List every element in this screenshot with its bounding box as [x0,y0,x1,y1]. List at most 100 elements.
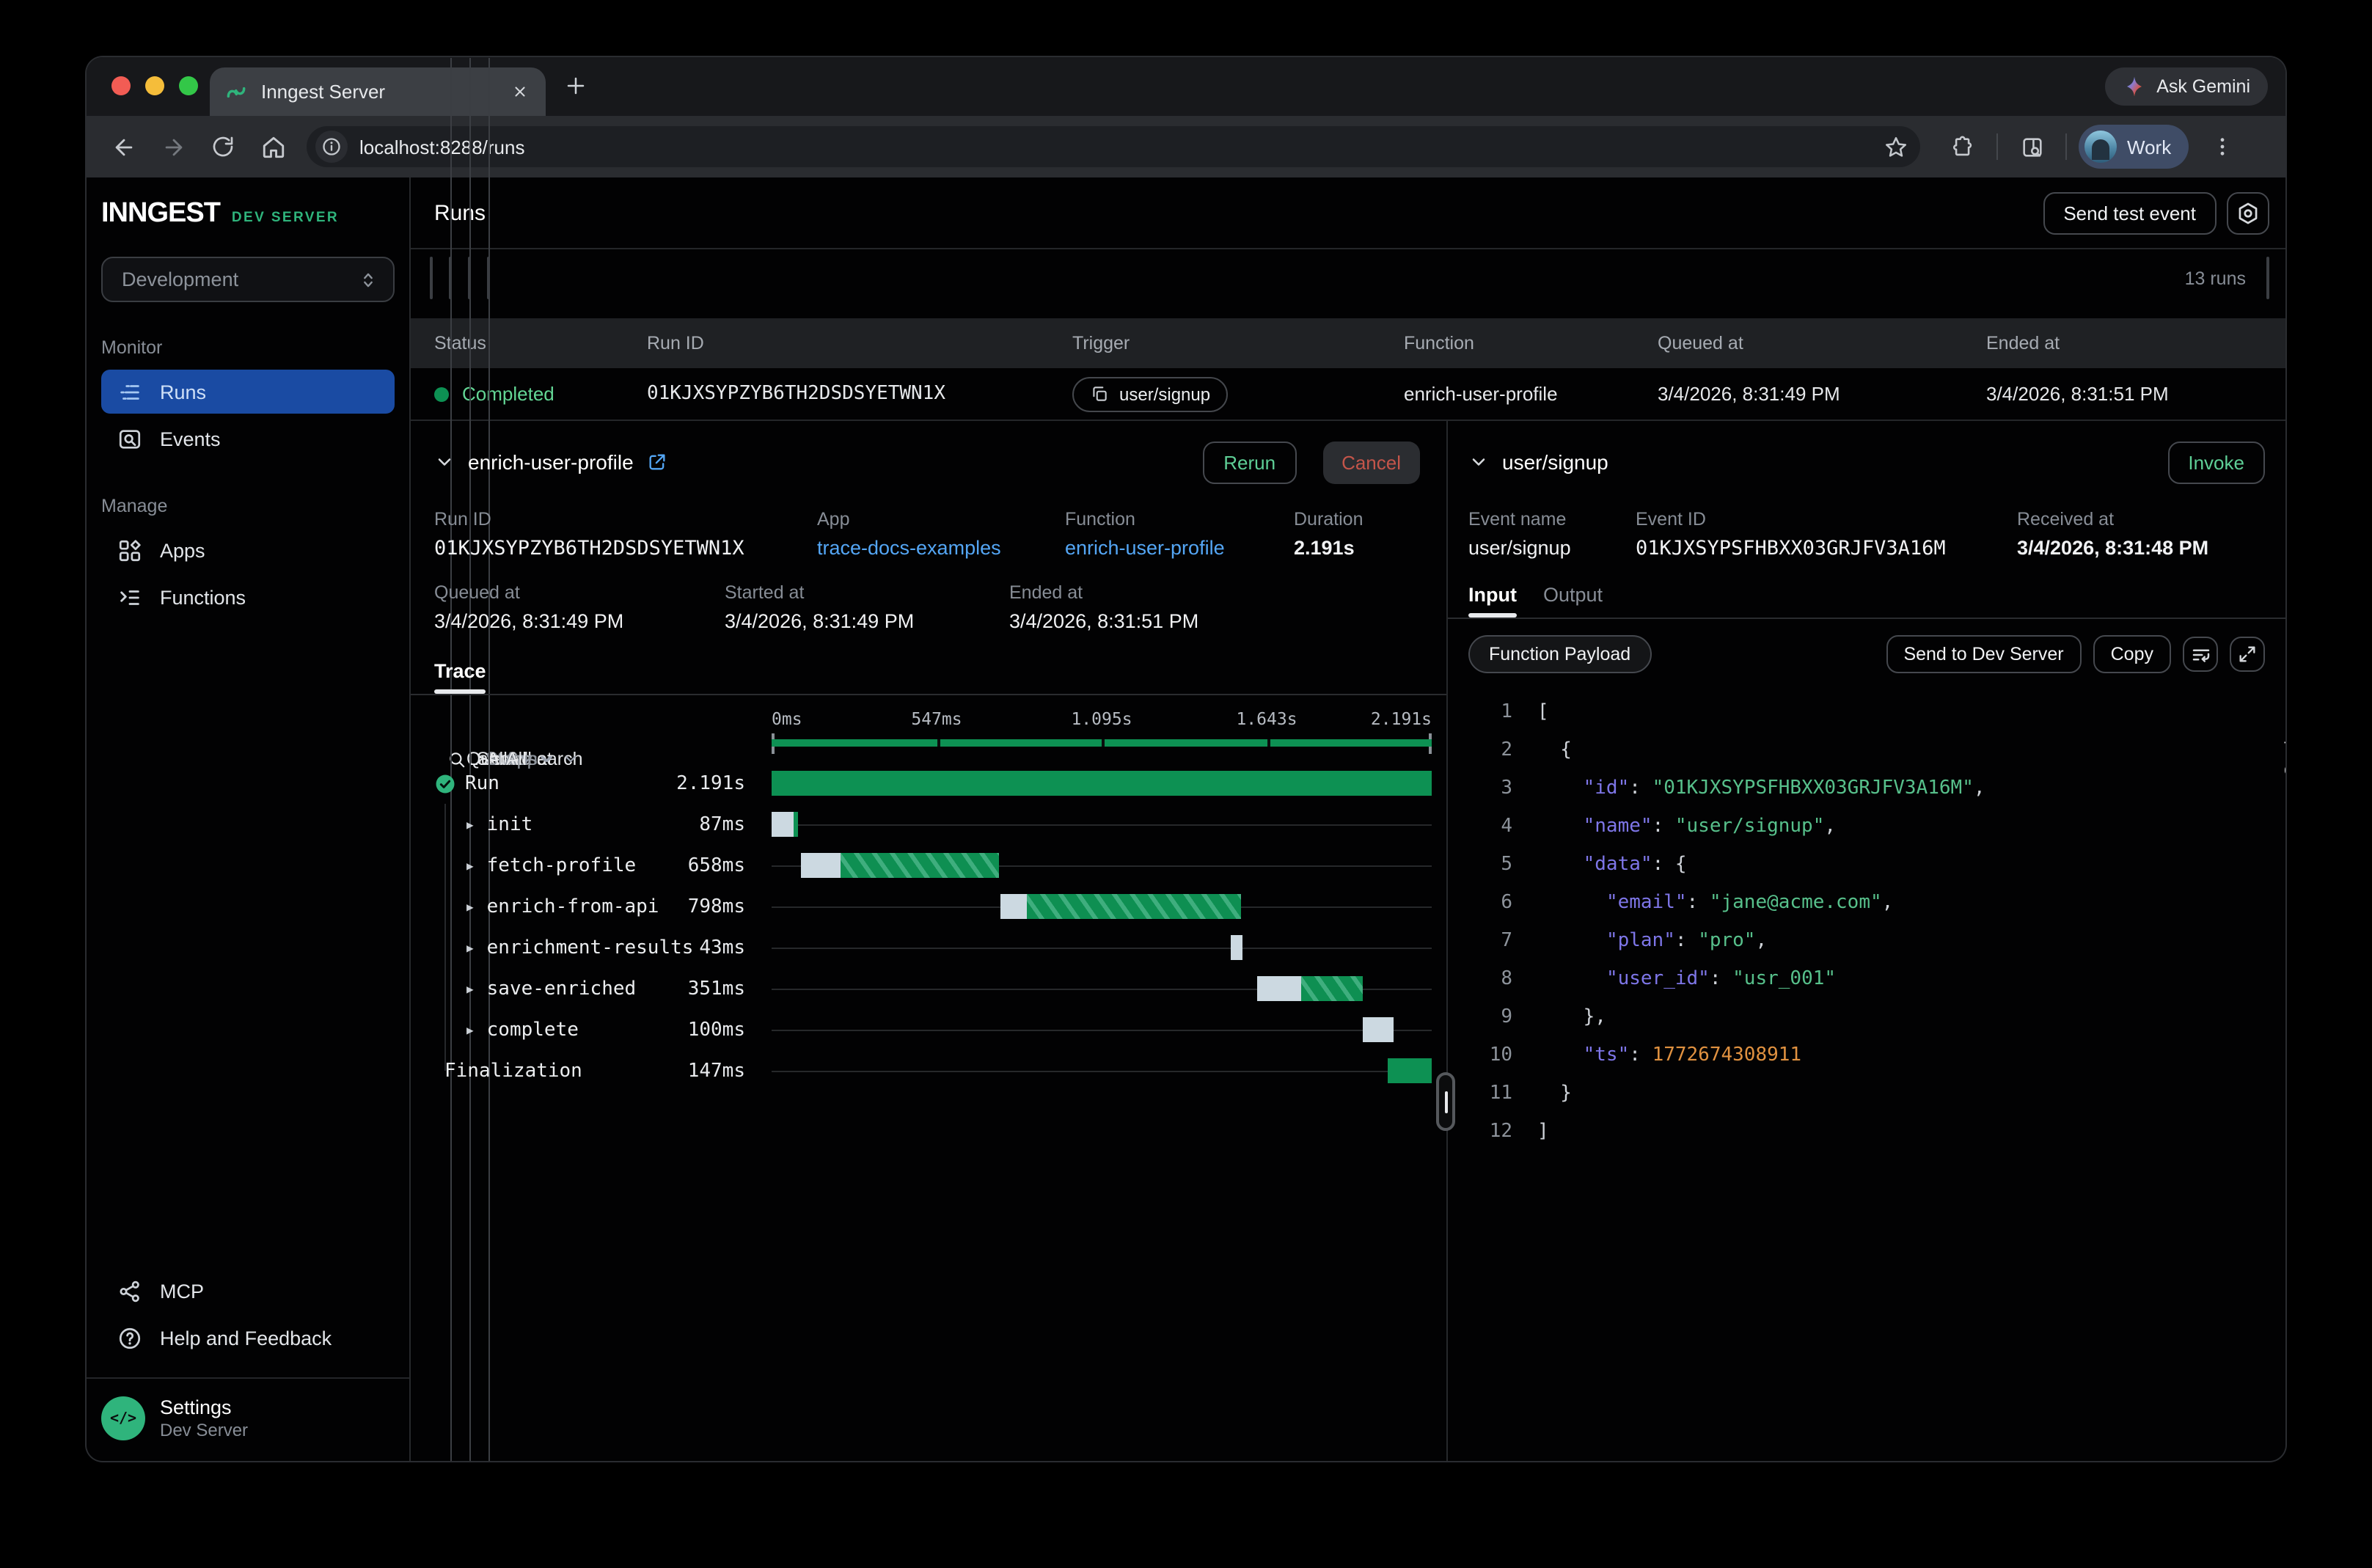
queue-segment [1230,935,1243,960]
extensions-icon[interactable] [1941,125,1985,169]
expand-triangle-icon[interactable]: ▶ [466,818,474,831]
column-header-ended-at[interactable]: Ended at [1986,333,2285,353]
run-id-value: 01KJXSYPZYB6TH2DSDSYETWN1X [434,537,817,560]
trace-row-complete[interactable]: ▶complete 100ms [434,1009,1420,1050]
ask-gemini-button[interactable]: Ask Gemini [2105,67,2268,106]
reload-icon[interactable] [201,125,245,169]
sidebar-item-runs[interactable]: Runs [101,370,395,414]
search-tabs-icon[interactable] [2010,125,2054,169]
payload-toolbar: Function Payload Send to Dev Server Copy [1468,635,2265,673]
function-link[interactable]: enrich-user-profile [1065,537,1294,559]
back-icon[interactable] [101,125,145,169]
expand-triangle-icon[interactable]: ▶ [466,941,474,954]
sidebar-item-functions[interactable]: Functions [101,575,395,619]
sidebar-item-settings[interactable]: </> Settings Dev Server [87,1379,409,1461]
payload-code-editor[interactable]: 1 [ 2 { 3 "id": "01KJXSYPSFHBXX03GRJFV3A… [1468,694,2265,1151]
page-header: Runs Send test event [411,177,2285,249]
app-link[interactable]: trace-docs-examples [817,537,1065,559]
step-duration: 87ms [699,813,745,835]
send-to-dev-server-label: Send to Dev Server [1903,644,2063,664]
sidebar-item-events[interactable]: Events [101,417,395,461]
code-icon: </> [101,1396,145,1440]
line-number: 7 [1468,923,1512,961]
trace-row-init[interactable]: ▶ init 87ms [434,804,1420,845]
forward-icon[interactable] [151,125,195,169]
table-row[interactable]: Completed 01KJXSYPZYB6TH2DSDSYETWN1X use… [411,368,2285,421]
row-gridline [772,1030,1432,1031]
window-controls [111,76,198,95]
copy-button[interactable]: Copy [2093,635,2171,673]
sidebar-item-apps[interactable]: Apps [101,528,395,572]
environment-select[interactable]: Development [101,257,395,302]
rerun-button[interactable]: Rerun [1203,441,1296,483]
function-payload-button[interactable]: Function Payload [1468,635,1651,673]
started-at-value: 3/4/2026, 8:31:49 PM [725,610,1009,632]
trace-row-enrichment-results[interactable]: ▶enrichment-results 43ms [434,927,1420,968]
expand-triangle-icon[interactable]: ▶ [466,859,474,872]
collapse-chevron-icon[interactable] [1468,452,1489,472]
maximize-window-button[interactable] [179,76,198,95]
minimap-tick [1102,739,1105,747]
line-number: 12 [1468,1113,1512,1151]
show-search-button[interactable]: Show search [430,257,433,299]
minimize-window-button[interactable] [145,76,164,95]
step-duration: 798ms [688,895,745,917]
external-link-icon[interactable] [647,452,667,472]
browser-menu-icon[interactable] [2200,125,2244,169]
line-number: 10 [1468,1037,1512,1075]
cancel-button[interactable]: Cancel [1322,441,1420,483]
started-at-label: Started at [725,582,1009,603]
table-columns-dropdown[interactable]: Table columns [2266,257,2269,299]
profile-button[interactable]: Work [2079,125,2189,169]
expand-triangle-icon[interactable]: ▶ [466,900,474,913]
tab-output[interactable]: Output [1543,584,1603,618]
queued-at-value: 3/4/2026, 8:31:49 PM [434,610,725,632]
sidebar-item-label: Events [160,428,221,450]
sidebar-item-label: Help and Feedback [160,1327,332,1349]
trace-row-enrich-from-api[interactable]: ▶enrich-from-api 798ms [434,886,1420,927]
trace-row-Run[interactable]: Run 2.191s [434,763,1420,804]
step-name: init [487,813,533,835]
expand-triangle-icon[interactable]: ▶ [466,982,474,995]
timeline-minimap[interactable] [772,733,1432,755]
expand-triangle-icon[interactable]: ▶ [466,1023,474,1036]
column-header-run-id[interactable]: Run ID [647,333,1072,353]
site-info-icon[interactable] [315,131,348,163]
invoke-button[interactable]: Invoke [2167,441,2265,483]
detail-panels: enrich-user-profile Rerun Cancel Run ID0… [411,421,2285,1461]
copy-label: Copy [2111,644,2153,664]
send-to-dev-server-button[interactable]: Send to Dev Server [1886,635,2081,673]
dev-server-settings-button[interactable] [2227,191,2269,234]
step-name: Finalization [444,1060,582,1082]
trace-row-Finalization[interactable]: Finalization 147ms [434,1050,1420,1091]
code-text: "plan": "pro", [1537,923,1767,961]
sidebar-item-mcp[interactable]: MCP [101,1269,395,1313]
column-header-function[interactable]: Function [1404,333,1658,353]
column-header-trigger[interactable]: Trigger [1072,333,1404,353]
panel-resize-handle[interactable] [1436,1072,1455,1131]
sidebar-item-help[interactable]: Help and Feedback [101,1316,395,1360]
tab-input[interactable]: Input [1468,584,1517,618]
line-number: 8 [1468,961,1512,999]
step-duration: 100ms [688,1019,745,1041]
rerun-label: Rerun [1223,451,1275,473]
run-segment [841,853,998,878]
received-at-label: Received at [2017,509,2265,530]
word-wrap-icon[interactable] [2183,637,2218,672]
code-line: 4 "name": "user/signup", [1468,808,2265,846]
expand-icon[interactable] [2230,637,2265,672]
column-header-queued-at[interactable]: Queued at [1658,333,1986,353]
collapse-chevron-icon[interactable] [434,452,455,472]
code-text: "user_id": "usr_001" [1537,961,1836,999]
app-label: App [817,509,1065,530]
close-window-button[interactable] [111,76,131,95]
ended-at-value: 3/4/2026, 8:31:51 PM [1009,610,1420,632]
tab-trace[interactable]: Trace [434,660,486,694]
trace-row-fetch-profile[interactable]: ▶fetch-profile 658ms [434,845,1420,886]
trace-row-save-enriched[interactable]: ▶save-enriched 351ms [434,968,1420,1009]
bookmark-star-icon[interactable] [1884,134,1908,159]
home-icon[interactable] [251,125,295,169]
send-test-event-button[interactable]: Send test event [2043,191,2217,234]
code-line: 10 "ts": 1772674308911 [1468,1037,2265,1075]
trigger-pill[interactable]: user/signup [1072,376,1228,411]
